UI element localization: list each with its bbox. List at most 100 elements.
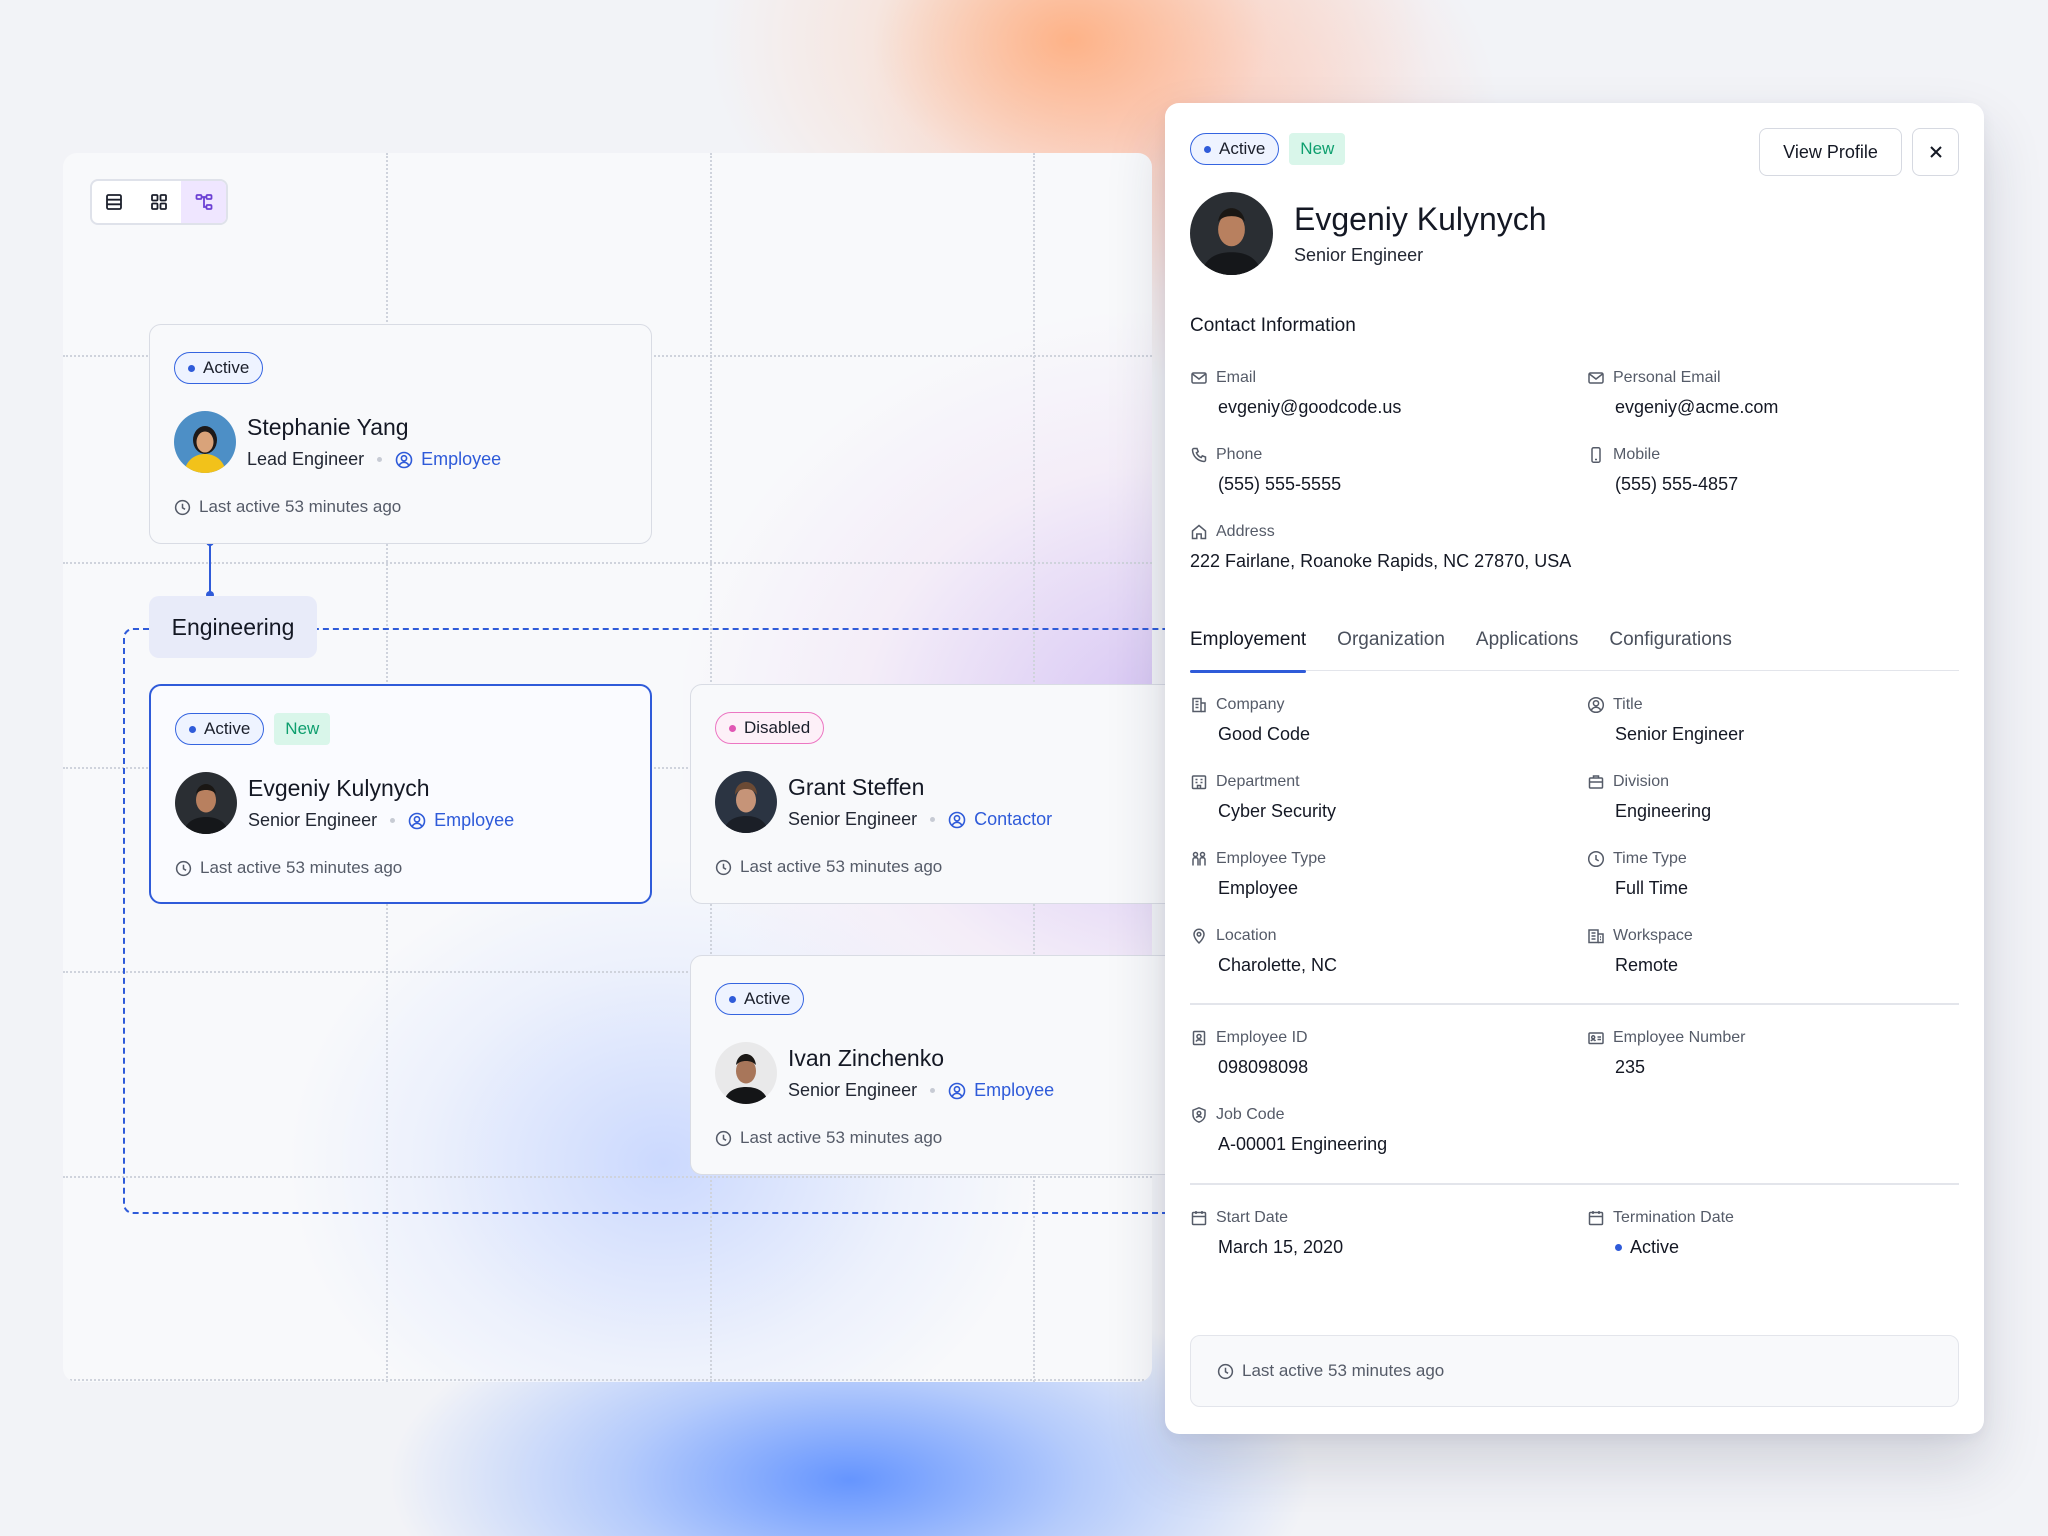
status-badge: Active xyxy=(715,983,805,1015)
tab-applications[interactable]: Applications xyxy=(1476,623,1578,671)
id-badge-icon xyxy=(1192,1030,1206,1046)
avatar xyxy=(174,411,236,473)
avatar xyxy=(715,1042,777,1104)
close-icon xyxy=(1929,146,1942,158)
time-type-value: Full Time xyxy=(1615,878,1689,898)
clock-icon xyxy=(715,1130,732,1146)
employee-name: Stephanie Yang xyxy=(247,414,409,440)
user-circle-icon xyxy=(948,811,966,828)
employee-title: Lead Engineer xyxy=(247,449,365,469)
title-field: Title Senior Engineer xyxy=(1587,696,1744,745)
company-field: Company Good Code xyxy=(1190,696,1310,745)
role-link[interactable]: Employee xyxy=(395,449,501,470)
calendar-icon xyxy=(1588,1211,1604,1226)
job-code-field: Job Code A-00001 Engineering xyxy=(1190,1106,1387,1155)
employee-title: Senior Engineer xyxy=(248,810,378,830)
calendar-icon xyxy=(1191,1211,1207,1226)
termination-date-field: Termination Date Active xyxy=(1587,1209,1734,1258)
mobile-icon xyxy=(1591,447,1601,463)
clock-icon xyxy=(715,859,732,875)
last-active: Last active 53 minutes ago xyxy=(715,1128,942,1148)
grid-line xyxy=(63,1379,1152,1381)
user-circle-icon xyxy=(1587,696,1605,714)
division-value: Engineering xyxy=(1615,801,1712,821)
role-link[interactable]: Employee xyxy=(948,1080,1054,1101)
status-badge: Disabled xyxy=(715,712,825,744)
clock-icon xyxy=(1217,1363,1234,1379)
email-value[interactable]: evgeniy@goodcode.us xyxy=(1190,397,1401,418)
employee-name: Ivan Zinchenko xyxy=(788,1045,944,1071)
division-icon xyxy=(1588,775,1604,789)
location-value: Charolette, NC xyxy=(1218,955,1338,975)
clock-icon xyxy=(174,499,191,515)
mobile-field: Mobile (555) 555-4857 xyxy=(1587,446,1738,495)
employee-card[interactable]: Disabled Grant Steffen Senior Engineer C… xyxy=(690,684,1193,904)
view-switcher xyxy=(90,179,228,225)
org-chart-view-button[interactable] xyxy=(181,181,226,223)
workspace-field: Workspace Remote xyxy=(1587,927,1693,976)
shield-user-icon xyxy=(1192,1106,1206,1123)
close-button[interactable] xyxy=(1912,128,1959,176)
profile-title: Senior Engineer xyxy=(1294,245,1424,265)
address-value: 222 Fairlane, Roanoke Rapids, NC 27870, … xyxy=(1190,551,1572,571)
employee-number-field: Employee Number 235 xyxy=(1587,1029,1746,1078)
department-icon xyxy=(1191,775,1207,790)
detail-tabs: Employement Organization Applications Co… xyxy=(1190,623,1959,673)
phone-value[interactable]: (555) 555-5555 xyxy=(1190,474,1341,495)
avatar xyxy=(715,771,777,833)
employee-id-field: Employee ID 098098098 xyxy=(1190,1029,1308,1078)
mobile-value[interactable]: (555) 555-4857 xyxy=(1587,474,1738,495)
grid-view-button[interactable] xyxy=(137,181,182,223)
employee-name: Grant Steffen xyxy=(788,774,925,800)
grid-icon xyxy=(151,194,167,210)
section-divider xyxy=(1190,1003,1959,1005)
user-circle-icon xyxy=(408,812,426,829)
workspace-value: Remote xyxy=(1615,955,1679,975)
new-badge: New xyxy=(1289,133,1346,165)
employee-type-field: Employee Type Employee xyxy=(1190,850,1326,899)
profile-name: Evgeniy Kulynych xyxy=(1294,201,1547,237)
division-field: Division Engineering xyxy=(1587,773,1711,822)
employee-card-selected[interactable]: Active New Evgeniy Kulynych Senior Engin… xyxy=(149,684,652,904)
grid-line xyxy=(63,562,1152,564)
avatar xyxy=(1190,192,1273,275)
list-view-button[interactable] xyxy=(92,181,137,223)
employee-card-lead[interactable]: Active Stephanie Yang Lead Engineer Empl… xyxy=(149,324,652,544)
group-label-engineering[interactable]: Engineering xyxy=(149,596,317,658)
personal-email-field: Personal Email evgeniy@acme.com xyxy=(1587,369,1778,418)
list-icon xyxy=(106,194,123,210)
avatar xyxy=(175,772,237,834)
tab-employement[interactable]: Employement xyxy=(1190,623,1307,673)
phone-field: Phone (555) 555-5555 xyxy=(1190,446,1341,495)
tab-organization[interactable]: Organization xyxy=(1337,623,1445,671)
tab-configurations[interactable]: Configurations xyxy=(1609,623,1732,671)
clock-icon xyxy=(1587,850,1605,868)
employee-card[interactable]: Active Ivan Zinchenko Senior Engineer Em… xyxy=(690,955,1193,1175)
view-profile-button[interactable]: View Profile xyxy=(1759,128,1902,176)
org-connector-line xyxy=(209,541,211,595)
last-active: Last active 53 minutes ago xyxy=(715,857,942,877)
status-dot xyxy=(1615,1244,1622,1251)
phone-icon xyxy=(1191,447,1207,463)
last-active-footer: Last active 53 minutes ago xyxy=(1190,1335,1959,1407)
id-card-icon xyxy=(1588,1032,1604,1045)
section-divider xyxy=(1190,1183,1959,1185)
home-icon xyxy=(1191,524,1207,540)
department-value: Cyber Security xyxy=(1218,801,1337,821)
role-link[interactable]: Contactor xyxy=(948,809,1052,830)
location-field: Location Charolette, NC xyxy=(1190,927,1337,976)
user-circle-icon xyxy=(395,451,413,468)
title-value: Senior Engineer xyxy=(1615,724,1745,744)
status-badge: Active xyxy=(175,713,265,745)
role-link[interactable]: Employee xyxy=(408,810,514,831)
mail-icon xyxy=(1588,372,1604,384)
workspace-icon xyxy=(1588,929,1604,944)
status-badge: Active xyxy=(174,352,264,384)
org-chart-icon xyxy=(195,194,213,210)
users-icon xyxy=(1192,851,1206,866)
employee-title: Senior Engineer xyxy=(788,809,918,829)
termination-date-value: Active xyxy=(1587,1237,1734,1258)
mail-icon xyxy=(1191,372,1207,384)
last-active: Last active 53 minutes ago xyxy=(174,497,401,517)
personal-email-value[interactable]: evgeniy@acme.com xyxy=(1587,397,1778,418)
